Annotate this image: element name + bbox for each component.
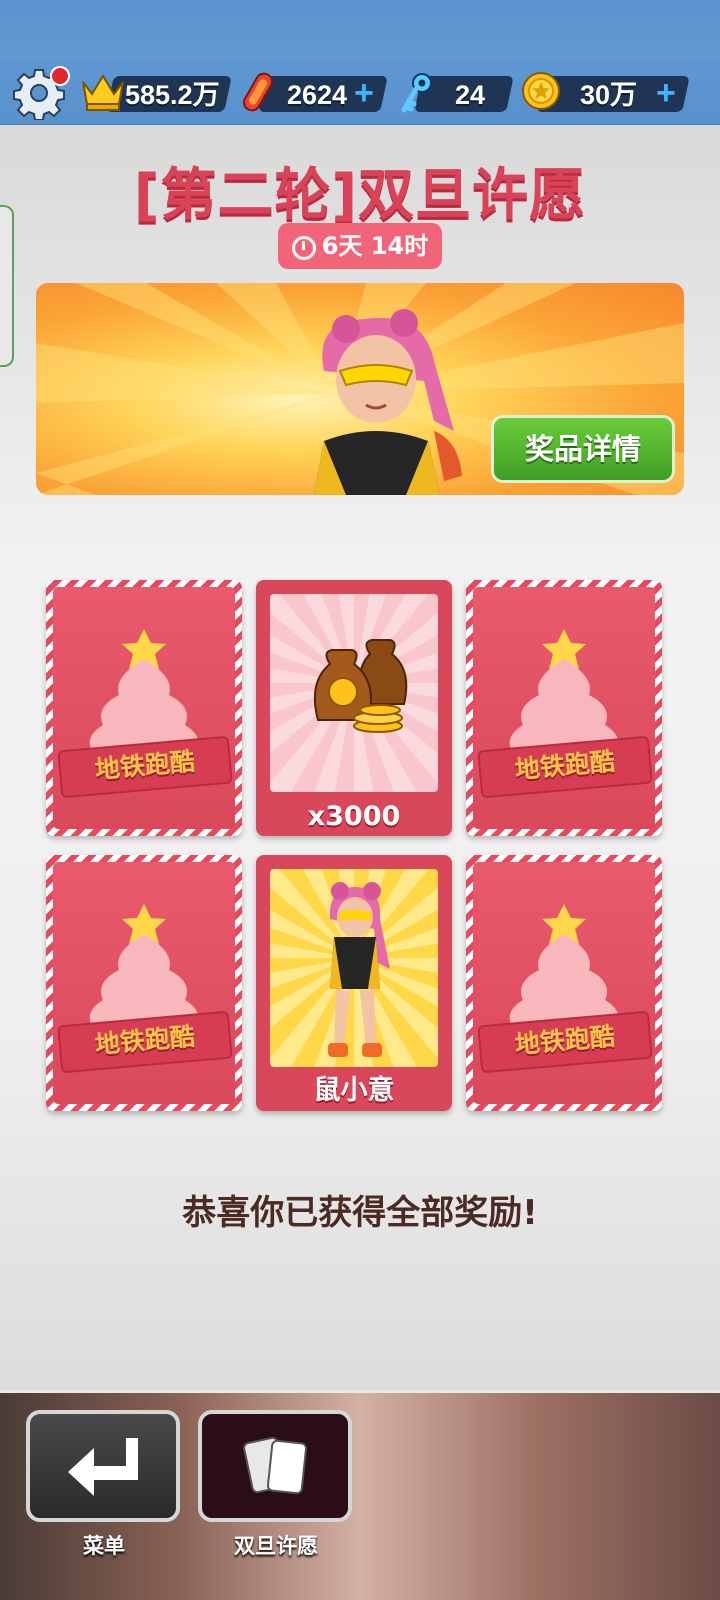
christmas-tree-icon: [89, 904, 199, 1028]
christmas-tree-icon: [89, 629, 199, 753]
wish-card-4[interactable]: 地铁跑酷: [46, 855, 242, 1111]
stopwatch-icon: [291, 236, 316, 260]
christmas-tree-icon: [509, 629, 619, 753]
prize-details-button[interactable]: 奖品详情: [491, 415, 675, 483]
timer-text: 6天 14时: [321, 232, 429, 260]
character-portrait: [314, 309, 462, 495]
card-face: 地铁跑酷: [53, 587, 235, 829]
menu-button[interactable]: [26, 1410, 180, 1522]
card-face: 地铁跑酷: [53, 862, 235, 1104]
reward-frame: [270, 594, 438, 792]
coin-bags-icon: [313, 639, 408, 733]
wish-event-label: 双旦许愿: [234, 1534, 318, 1558]
keys-count: 24: [455, 80, 486, 110]
card-face: 地铁跑酷: [473, 862, 655, 1104]
completion-message: 恭喜你已获得全部奖励!: [182, 1193, 538, 1233]
reward-frame: [270, 869, 438, 1067]
score-value: 585.2万: [125, 80, 220, 110]
wish-card-2[interactable]: x3000: [256, 580, 452, 836]
add-hoverboards-icon[interactable]: +: [354, 76, 374, 110]
key-icon: [401, 73, 432, 113]
hoverboard-icon: [243, 72, 273, 112]
card-face: 地铁跑酷: [473, 587, 655, 829]
wish-card-5[interactable]: 鼠小意: [256, 855, 452, 1111]
reward-amount: x3000: [307, 801, 401, 832]
wish-card-1[interactable]: 地铁跑酷: [46, 580, 242, 836]
return-arrow-icon: [68, 1438, 138, 1496]
wish-event-button[interactable]: [198, 1410, 352, 1522]
event-timer: 6天 14时: [278, 223, 442, 269]
wish-card-6[interactable]: 地铁跑酷: [466, 855, 662, 1111]
reward-character-name: 鼠小意: [313, 1075, 395, 1106]
cards-icon: [243, 1436, 308, 1495]
menu-label: 菜单: [83, 1534, 125, 1558]
character-figure: [328, 882, 390, 1057]
event-title: [第二轮]双旦许愿: [133, 163, 587, 228]
add-coins-icon[interactable]: +: [656, 76, 676, 110]
coin-icon: [522, 72, 560, 110]
hoverboard-count: 2624: [287, 80, 348, 110]
crown-icon: [82, 74, 124, 111]
coins-count: 30万: [580, 80, 638, 110]
wish-card-3[interactable]: 地铁跑酷: [466, 580, 662, 836]
christmas-tree-icon: [509, 904, 619, 1028]
notification-dot: [50, 66, 70, 86]
